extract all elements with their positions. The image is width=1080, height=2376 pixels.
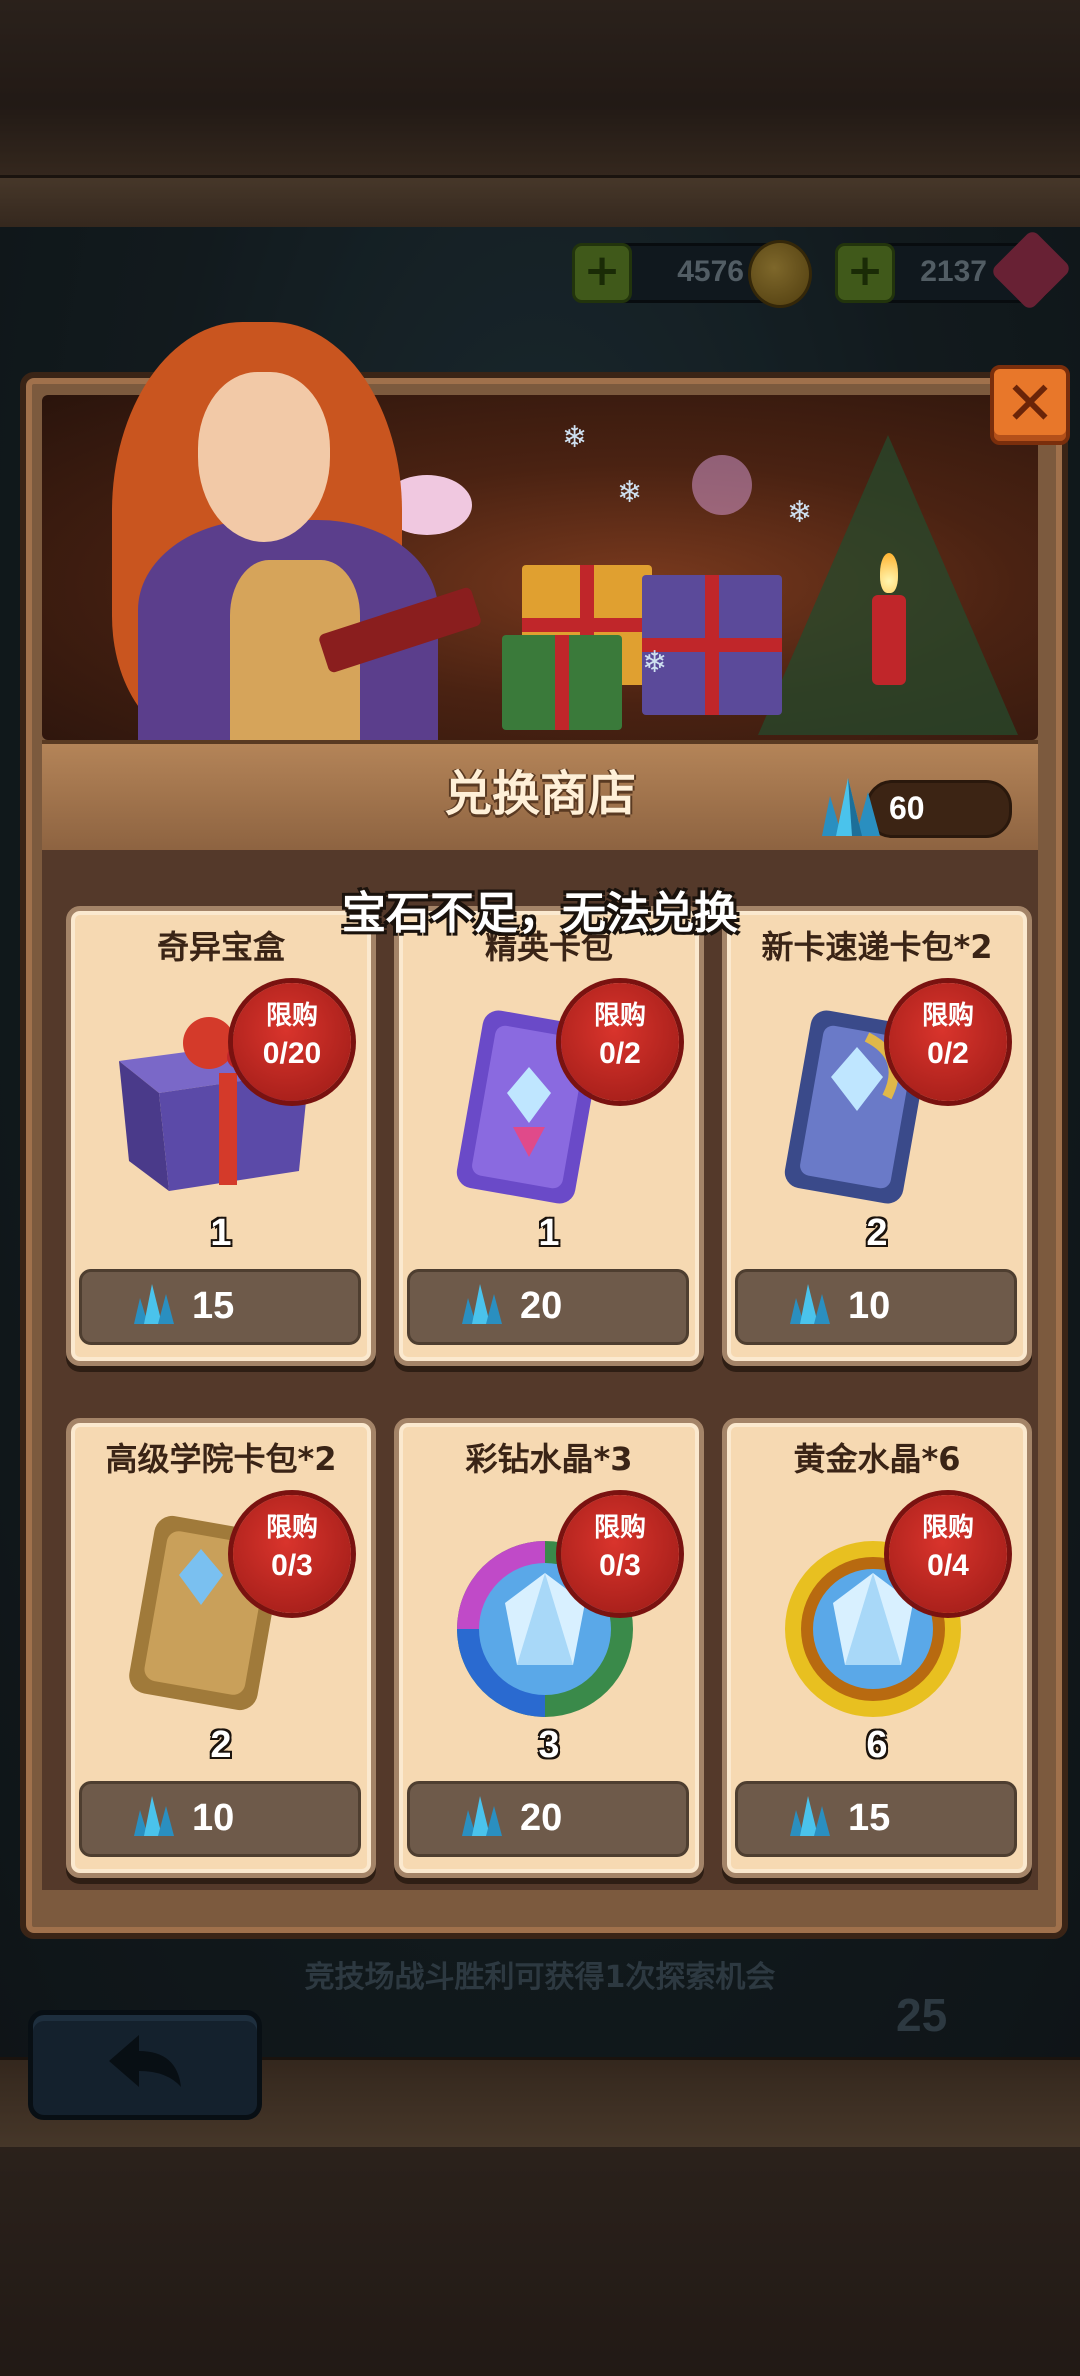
item-price: 10 xyxy=(192,1797,235,1839)
price-button[interactable]: 15 xyxy=(79,1269,361,1345)
item-name: 黄金水晶*6 xyxy=(793,1440,961,1478)
item-quantity: 3 xyxy=(538,1724,560,1766)
shop-item-card[interactable]: 奇异宝盒 限购 0/20 1 15 xyxy=(66,906,376,1366)
item-price: 10 xyxy=(848,1285,891,1327)
limit-count: 0/2 xyxy=(927,1037,969,1070)
item-quantity: 1 xyxy=(210,1212,232,1254)
limit-label: 限购 xyxy=(593,1513,646,1543)
limit-count: 0/20 xyxy=(262,1037,322,1070)
item-quantity: 2 xyxy=(210,1724,232,1766)
price-button[interactable]: 15 xyxy=(735,1781,1017,1857)
blue-crystal-icon xyxy=(134,1796,174,1836)
shop-item-card[interactable]: 新卡速递卡包*2 限购 0/2 2 10 xyxy=(722,906,1032,1366)
close-button[interactable]: ✕ xyxy=(990,365,1070,445)
price-button[interactable]: 20 xyxy=(407,1781,689,1857)
gift-box-green xyxy=(502,635,622,730)
item-price: 15 xyxy=(192,1285,235,1327)
price-button[interactable]: 20 xyxy=(407,1269,689,1345)
candle xyxy=(872,595,906,685)
price-button[interactable]: 10 xyxy=(79,1781,361,1857)
snowflake-icon: ❄ xyxy=(617,475,643,510)
snowflake-icon: ❄ xyxy=(642,645,668,680)
purchase-limit-badge: 限购 0/2 xyxy=(561,983,679,1101)
limit-count: 0/4 xyxy=(927,1549,969,1582)
shop-item-card[interactable]: 彩钻水晶*3 限购 0/3 3 20 xyxy=(394,1418,704,1878)
purchase-limit-badge: 限购 0/3 xyxy=(561,1495,679,1613)
item-name: 彩钻水晶*3 xyxy=(465,1440,633,1478)
purchase-limit-badge: 限购 0/4 xyxy=(889,1495,1007,1613)
purchase-limit-badge: 限购 0/3 xyxy=(233,1495,351,1613)
purchase-limit-badge: 限购 0/2 xyxy=(889,983,1007,1101)
item-price: 20 xyxy=(520,1285,563,1327)
character-face xyxy=(198,372,330,542)
candle-flame xyxy=(880,553,898,593)
shop-item-card[interactable]: 高级学院卡包*2 限购 0/3 2 10 xyxy=(66,1418,376,1878)
bubble xyxy=(692,455,752,515)
item-quantity: 1 xyxy=(538,1212,560,1254)
limit-count: 0/2 xyxy=(599,1037,641,1070)
limit-label: 限购 xyxy=(593,1001,646,1031)
limit-label: 限购 xyxy=(921,1001,974,1031)
gem-balance: 60 xyxy=(866,780,1012,838)
limit-label: 限购 xyxy=(265,1001,318,1031)
blue-crystal-icon xyxy=(134,1284,174,1324)
blue-crystal-icon xyxy=(462,1796,502,1836)
blue-crystal-icon xyxy=(822,778,880,836)
blue-crystal-icon xyxy=(790,1796,830,1836)
limit-count: 0/3 xyxy=(271,1549,313,1582)
limit-count: 0/3 xyxy=(599,1549,641,1582)
item-name: 高级学院卡包*2 xyxy=(105,1440,337,1478)
price-button[interactable]: 10 xyxy=(735,1269,1017,1345)
purchase-limit-badge: 限购 0/20 xyxy=(233,983,351,1101)
blue-crystal-icon xyxy=(462,1284,502,1324)
shop-item-card[interactable]: 精英卡包 限购 0/2 1 20 xyxy=(394,906,704,1366)
item-quantity: 2 xyxy=(866,1212,888,1254)
limit-label: 限购 xyxy=(921,1513,974,1543)
item-price: 15 xyxy=(848,1797,891,1839)
shop-item-card[interactable]: 黄金水晶*6 限购 0/4 6 15 xyxy=(722,1418,1032,1878)
item-quantity: 6 xyxy=(866,1724,888,1766)
close-icon: ✕ xyxy=(1004,369,1056,439)
insufficient-gems-toast: 宝石不足，无法兑换 xyxy=(342,888,738,939)
blue-crystal-icon xyxy=(790,1284,830,1324)
snowflake-icon: ❄ xyxy=(562,420,588,455)
limit-label: 限购 xyxy=(265,1513,318,1543)
snowflake-icon: ❄ xyxy=(787,495,813,530)
item-price: 20 xyxy=(520,1797,563,1839)
gem-balance-value: 60 xyxy=(889,790,925,826)
